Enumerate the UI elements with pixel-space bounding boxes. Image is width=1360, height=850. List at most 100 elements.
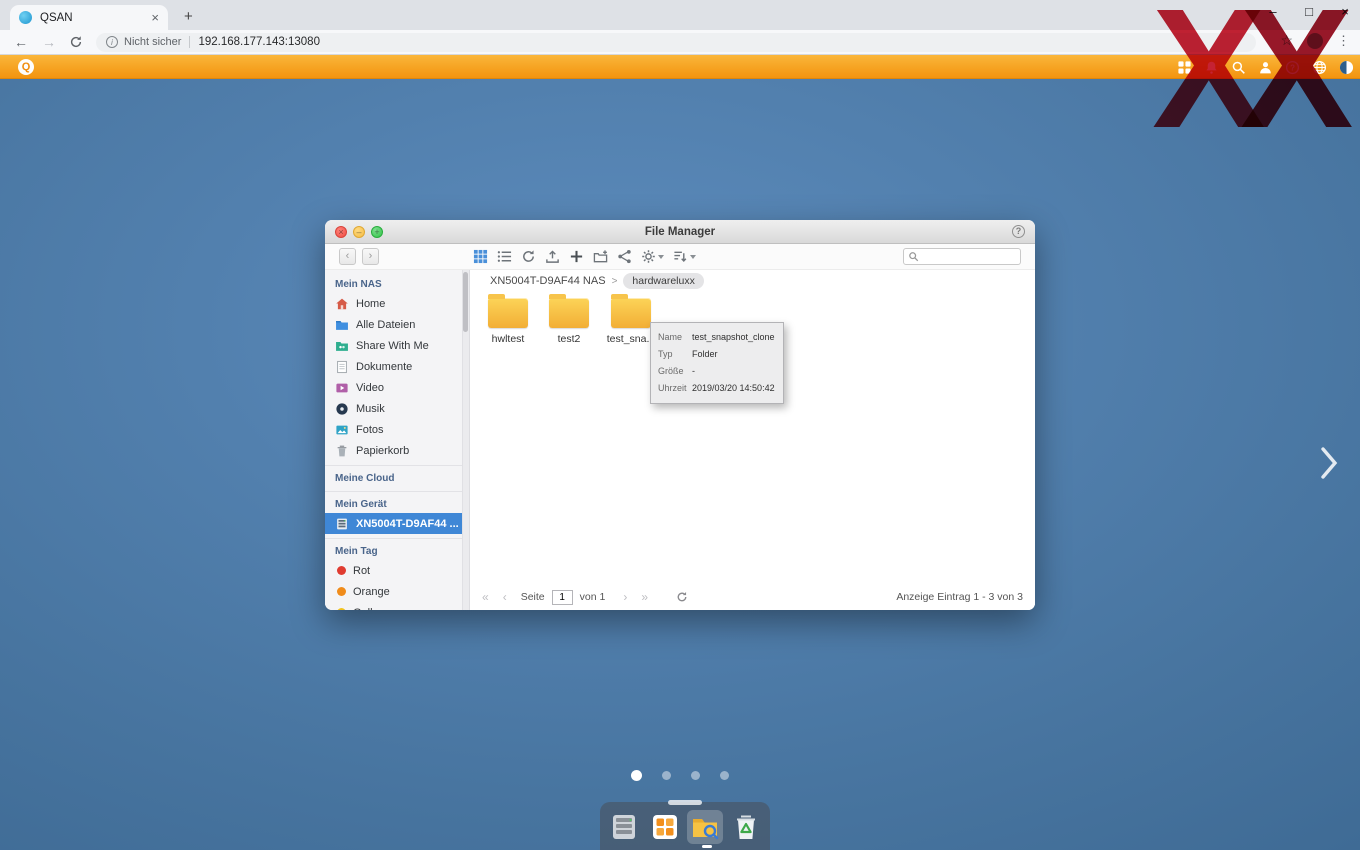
refresh-button[interactable] — [521, 249, 536, 264]
page-dot-3[interactable] — [691, 771, 700, 780]
sidebar-item-papierkorb[interactable]: Papierkorb — [325, 440, 469, 461]
url-omnibox[interactable]: i Nicht sicher 192.168.177.143:13080 — [96, 32, 1256, 52]
sort-button[interactable] — [673, 249, 696, 264]
history-forward-button[interactable]: › — [362, 248, 379, 265]
tooltip-row: Name test_snapshot_clone — [658, 329, 776, 346]
svg-text:?: ? — [1290, 63, 1295, 72]
dock-drag-handle[interactable] — [668, 800, 702, 805]
folder-item[interactable]: hwltest — [479, 294, 537, 345]
language-globe-icon[interactable] — [1312, 60, 1327, 75]
bookmark-star-icon[interactable]: ☆ — [1280, 32, 1293, 49]
maximize-button[interactable]: □ — [1302, 4, 1316, 19]
file-search-input[interactable] — [922, 251, 1018, 262]
search-icon[interactable] — [1231, 60, 1246, 75]
address-bar-actions: ☆ ⋮ — [1280, 32, 1350, 49]
dock-storage-app[interactable] — [606, 810, 642, 844]
sidebar-item-fotos[interactable]: Fotos — [325, 419, 469, 440]
sidebar-item-tag-gelb[interactable]: Gelb — [325, 602, 469, 610]
storage-manager-icon — [613, 815, 636, 839]
sidebar-item-tag-orange[interactable]: Orange — [325, 581, 469, 602]
history-back-button[interactable]: ‹ — [339, 248, 356, 265]
browser-back-icon[interactable]: ← — [14, 35, 28, 49]
sidebar-item-share-with-me[interactable]: Share With Me — [325, 335, 469, 356]
folder-item[interactable]: test2 — [540, 294, 598, 345]
window-title-bar[interactable]: × – + File Manager ? — [325, 220, 1035, 244]
new-folder-button[interactable] — [593, 249, 608, 264]
shared-folder-icon — [336, 341, 348, 351]
sidebar-item-video[interactable]: Video — [325, 377, 469, 398]
sidebar-item-dokumente[interactable]: Dokumente — [325, 356, 469, 377]
home-icon — [336, 298, 348, 309]
add-button[interactable] — [569, 249, 584, 264]
new-tab-button[interactable]: + — [184, 8, 193, 25]
browser-forward-icon[interactable]: → — [42, 35, 56, 49]
browser-tab[interactable]: QSAN × — [10, 5, 168, 30]
page-dot-4[interactable] — [720, 771, 729, 780]
sidebar-item-label: Gelb — [353, 607, 376, 611]
sidebar-scrollbar[interactable] — [462, 270, 469, 610]
prev-page-icon[interactable]: ‹ — [503, 591, 507, 603]
settings-gear-button[interactable] — [641, 249, 664, 264]
next-desktop-arrow-icon[interactable] — [1320, 446, 1338, 480]
browser-menu-icon[interactable]: ⋮ — [1337, 33, 1350, 49]
dock-app-center[interactable] — [647, 810, 683, 844]
sidebar-section-meine-cloud[interactable]: Meine Cloud — [325, 465, 469, 487]
window-help-icon[interactable]: ? — [1012, 225, 1025, 238]
tooltip-label: Uhrzeit — [658, 383, 687, 393]
share-button[interactable] — [617, 249, 632, 264]
sidebar-item-device[interactable]: XN5004T-D9AF44 ... — [325, 513, 469, 534]
last-page-icon[interactable]: » — [641, 591, 648, 603]
page-number-input[interactable] — [551, 589, 573, 605]
window-title: File Manager — [644, 225, 716, 238]
site-info-icon[interactable]: i — [106, 36, 118, 48]
breadcrumb-current[interactable]: hardwareluxx — [623, 273, 704, 289]
account-avatar-icon[interactable] — [1339, 60, 1354, 75]
sidebar-scrollbar-thumb[interactable] — [463, 272, 468, 332]
page-dot-2[interactable] — [662, 771, 671, 780]
sidebar-item-home[interactable]: Home — [325, 293, 469, 314]
qsan-logo[interactable]: Q — [18, 58, 34, 75]
sidebar-item-alle-dateien[interactable]: Alle Dateien — [325, 314, 469, 335]
tab-close-icon[interactable]: × — [151, 11, 159, 24]
minimize-light-button[interactable]: – — [353, 226, 365, 238]
grid-view-button[interactable] — [473, 249, 488, 264]
user-icon[interactable] — [1258, 60, 1273, 75]
notification-bell-icon[interactable] — [1204, 60, 1219, 75]
minimize-button[interactable]: – — [1266, 4, 1280, 19]
tooltip-row: Uhrzeit 2019/03/20 14:50:42 — [658, 380, 776, 397]
browser-reload-icon[interactable] — [69, 35, 83, 49]
first-page-icon[interactable]: « — [482, 591, 489, 603]
url-text: 192.168.177.143:13080 — [198, 36, 320, 48]
page-dot-1[interactable] — [631, 770, 642, 781]
tab-title: QSAN — [40, 11, 73, 24]
maximize-light-button[interactable]: + — [371, 226, 383, 238]
next-page-icon[interactable]: › — [623, 591, 627, 603]
close-light-button[interactable]: × — [335, 226, 347, 238]
browser-address-bar: ← → i Nicht sicher 192.168.177.143:13080 — [0, 30, 1360, 55]
list-view-button[interactable] — [497, 249, 512, 264]
dock-recycle-bin[interactable] — [728, 810, 764, 844]
files-area[interactable]: hwltest test2 test_sna... — [470, 292, 1035, 345]
upload-button[interactable] — [545, 249, 560, 264]
tooltip-value: - — [692, 366, 695, 376]
sidebar-item-label: Papierkorb — [356, 444, 410, 457]
help-icon[interactable]: ? — [1285, 60, 1300, 75]
apps-grid-icon[interactable] — [1177, 60, 1192, 75]
file-search-box[interactable] — [903, 248, 1021, 265]
sidebar-item-label: Dokumente — [356, 360, 413, 373]
profile-avatar[interactable] — [1307, 32, 1323, 49]
dock-file-manager[interactable] — [687, 810, 724, 844]
document-icon — [337, 360, 347, 373]
sidebar-item-tag-rot[interactable]: Rot — [325, 560, 469, 581]
app-center-icon — [652, 815, 677, 839]
file-info-tooltip: Name test_snapshot_clone Typ Folder Größ… — [650, 322, 784, 404]
folder-icon — [488, 294, 528, 328]
sidebar-item-label: Home — [356, 297, 386, 310]
sidebar-section-mein-geraet: Mein Gerät — [325, 491, 469, 513]
close-window-button[interactable]: × — [1338, 4, 1352, 19]
refresh-list-icon[interactable] — [676, 591, 688, 603]
breadcrumb-root[interactable]: XN5004T-D9AF44 NAS — [490, 275, 606, 287]
page-label: Seite — [520, 591, 545, 603]
sidebar-item-musik[interactable]: Musik — [325, 398, 469, 419]
sidebar-item-label: Rot — [353, 564, 371, 577]
